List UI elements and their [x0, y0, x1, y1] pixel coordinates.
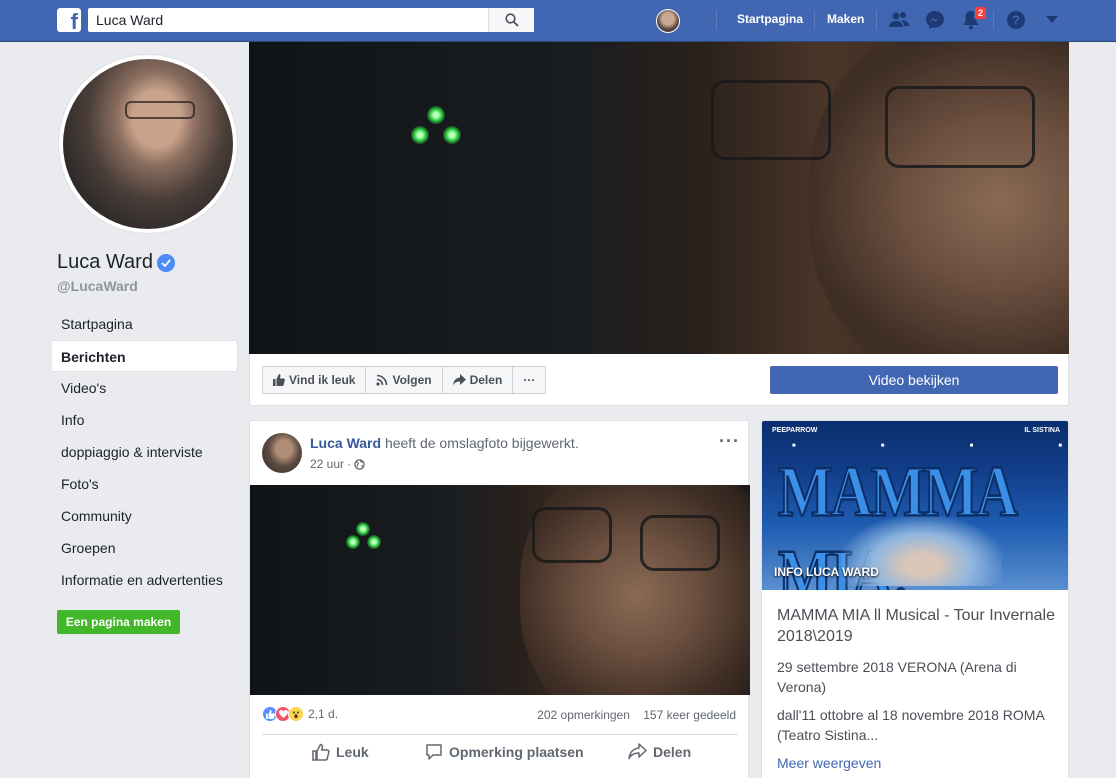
page-action-buttons: Vind ik leuk Volgen Delen ···	[262, 366, 547, 394]
svg-text:?: ?	[1012, 13, 1020, 28]
night-vision-light	[346, 535, 360, 549]
comments-count[interactable]: 202 opmerkingen	[537, 708, 630, 722]
reactions-count: 2,1 d.	[308, 707, 339, 721]
thumbs-up-icon	[273, 374, 285, 386]
share-arrow-icon	[452, 374, 466, 386]
comment-bubble-icon	[426, 744, 442, 760]
page-handle[interactable]: @LucaWard	[57, 278, 138, 294]
follow-label: Volgen	[392, 373, 432, 387]
more-options-button[interactable]: ···	[513, 367, 545, 393]
sidebar-item-photos[interactable]: Foto's	[52, 468, 238, 500]
card-title[interactable]: MAMMA MIA ll Musical - Tour Invernale 20…	[777, 605, 1057, 647]
post-like-button[interactable]: Leuk	[312, 743, 369, 761]
sidebar-item-dubbing-interviews[interactable]: doppiaggio & interviste	[52, 436, 238, 468]
post-image[interactable]	[250, 485, 750, 695]
card-detail-line: 29 settembre 2018 VERONA (Arena di Veron…	[777, 659, 1017, 695]
notifications-badge: 2	[974, 6, 988, 20]
glasses-shape	[532, 507, 612, 563]
search-button[interactable]	[488, 8, 534, 32]
divider	[814, 10, 815, 30]
profile-photo	[63, 59, 233, 229]
sidebar-item-home[interactable]: Startpagina	[52, 308, 238, 340]
poster-brand-left: PEEPARROW	[772, 427, 818, 434]
event-poster-image[interactable]: PEEPARROW IL SISTINA ■■■■ MAMMA MIA! INF…	[762, 421, 1068, 590]
dot-separator: ·	[347, 457, 352, 471]
post-share-label: Delen	[653, 743, 692, 760]
rss-icon	[376, 374, 388, 386]
sidebar-item-posts[interactable]: Berichten	[52, 340, 238, 372]
poster-caption: INFO LUCA WARD	[774, 565, 879, 579]
sidebar-item-videos[interactable]: Video's	[52, 372, 238, 404]
sidebar-item-info[interactable]: Info	[52, 404, 238, 436]
top-navbar: f Startpagina Maken 2 ?	[0, 0, 1116, 42]
verified-badge-icon	[156, 253, 175, 272]
shares-count[interactable]: 157 keer gedeeld	[643, 708, 736, 722]
glasses-shape	[711, 80, 831, 160]
divider	[993, 10, 994, 30]
post-options-icon[interactable]: ···	[719, 431, 740, 452]
search-bar	[88, 8, 534, 32]
post-like-label: Leuk	[336, 744, 369, 760]
post-meta: 22 uur ·	[310, 457, 365, 471]
post-share-button[interactable]: Delen	[628, 743, 691, 760]
night-vision-light	[443, 126, 461, 144]
night-vision-light	[427, 106, 445, 124]
share-page-button[interactable]: Delen	[443, 367, 514, 393]
thumbs-up-outline-icon	[312, 743, 330, 761]
night-vision-light	[356, 522, 370, 536]
more-dots-icon: ···	[523, 373, 536, 387]
share-arrow-outline-icon	[628, 743, 647, 760]
divider	[716, 10, 717, 30]
night-vision-light	[411, 126, 429, 144]
see-more-link[interactable]: Meer weergeven	[777, 755, 881, 771]
post-counts: 202 opmerkingen 157 keer gedeeld	[537, 708, 736, 722]
post-card: Luca Ward heeft de omslagfoto bijgewerkt…	[249, 420, 750, 778]
post-comment-button[interactable]: Opmerking plaatsen	[425, 743, 584, 761]
page-name-text: Luca Ward	[57, 251, 153, 273]
facebook-logo-icon[interactable]: f	[57, 8, 81, 32]
help-icon[interactable]: ?	[1004, 8, 1028, 32]
search-input[interactable]	[88, 8, 488, 32]
sidebar-item-community[interactable]: Community	[52, 500, 238, 532]
poster-brand-right: IL SISTINA	[1024, 427, 1060, 434]
divider	[876, 10, 877, 30]
nav-home-link[interactable]: Startpagina	[737, 12, 803, 26]
like-page-button[interactable]: Vind ik leuk	[263, 367, 367, 393]
share-page-label: Delen	[469, 373, 503, 387]
nav-create-link[interactable]: Maken	[827, 12, 864, 26]
user-avatar[interactable]	[656, 9, 680, 33]
info-card: PEEPARROW IL SISTINA ■■■■ MAMMA MIA! INF…	[761, 420, 1069, 778]
watch-video-button[interactable]: Video bekijken	[770, 366, 1058, 394]
page-sidebar-nav: Startpagina Berichten Video's Info doppi…	[52, 308, 238, 596]
globe-icon[interactable]	[354, 458, 365, 470]
wow-reaction-icon	[288, 706, 304, 722]
post-comment-label: Opmerking plaatsen	[449, 744, 584, 760]
night-vision-light	[367, 535, 381, 549]
friend-requests-icon[interactable]	[887, 8, 911, 32]
glasses-shape	[885, 86, 1035, 168]
search-icon	[504, 13, 519, 27]
create-page-button[interactable]: Een pagina maken	[57, 610, 180, 634]
post-timestamp[interactable]: 22 uur	[310, 457, 344, 471]
messenger-icon[interactable]	[923, 8, 947, 32]
post-author-avatar[interactable]	[262, 433, 302, 473]
profile-picture[interactable]	[59, 55, 237, 233]
glasses-shape	[125, 101, 195, 119]
sidebar-item-info-ads[interactable]: Informatie en advertenties	[52, 564, 238, 596]
follow-button[interactable]: Volgen	[366, 367, 443, 393]
post-author-link[interactable]: Luca Ward	[310, 435, 381, 451]
cover-action-bar: Vind ik leuk Volgen Delen ··· Video beki…	[249, 354, 1069, 406]
divider	[262, 734, 738, 735]
account-menu-chevron-icon[interactable]	[1040, 8, 1064, 32]
page-name[interactable]: Luca Ward	[57, 251, 175, 274]
reactions-summary[interactable]: 2,1 d.	[262, 706, 338, 722]
post-header: Luca Ward heeft de omslagfoto bijgewerkt…	[310, 435, 579, 451]
post-action-text: heeft de omslagfoto bijgewerkt.	[384, 435, 579, 451]
cover-photo[interactable]	[249, 42, 1069, 354]
like-page-label: Vind ik leuk	[289, 373, 356, 387]
sidebar-item-groups[interactable]: Groepen	[52, 532, 238, 564]
card-detail-line: dall'11 ottobre al 18 novembre 2018 ROMA…	[777, 707, 1045, 743]
glasses-shape	[640, 515, 720, 571]
